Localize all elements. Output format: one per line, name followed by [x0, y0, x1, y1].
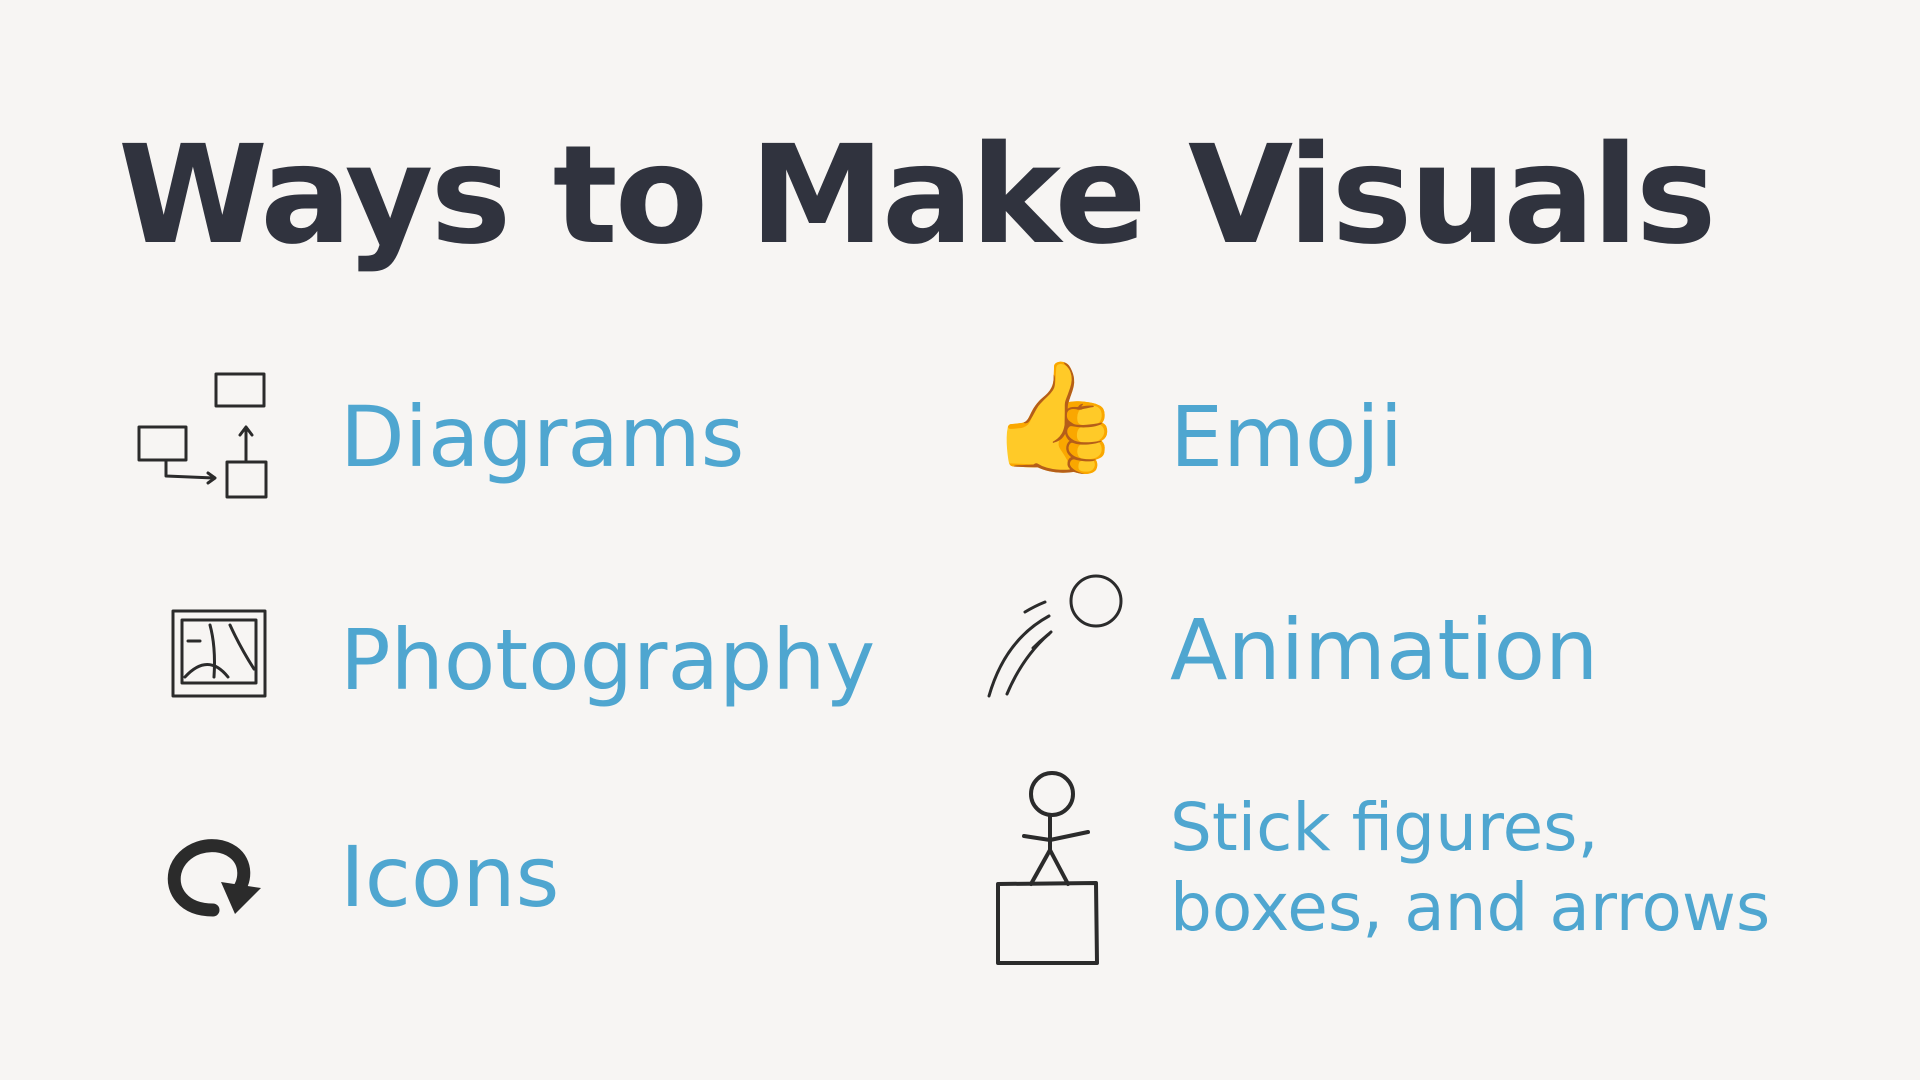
label-photography: Photography [340, 611, 876, 709]
label-stick-figures-line-2: boxes, and arrows [1170, 869, 1771, 946]
label-animation: Animation [1170, 601, 1599, 699]
diagram-icon [136, 370, 276, 500]
label-stick-figures: Stick figures, boxes, and arrows [1170, 788, 1790, 948]
label-emoji: Emoji [1170, 388, 1403, 486]
label-icons: Icons [340, 828, 560, 926]
stick-figure-on-box-icon [988, 770, 1108, 970]
label-diagrams: Diagrams [340, 388, 745, 486]
circular-arrow-icon [163, 830, 273, 920]
bouncing-ball-icon [985, 570, 1125, 700]
page-title: Ways to Make Visuals [118, 117, 1717, 275]
thumbs-up-emoji-icon: 👍 [988, 355, 1123, 480]
label-stick-figures-line-1: Stick figures, [1170, 789, 1599, 866]
photo-frame-icon [170, 607, 270, 702]
